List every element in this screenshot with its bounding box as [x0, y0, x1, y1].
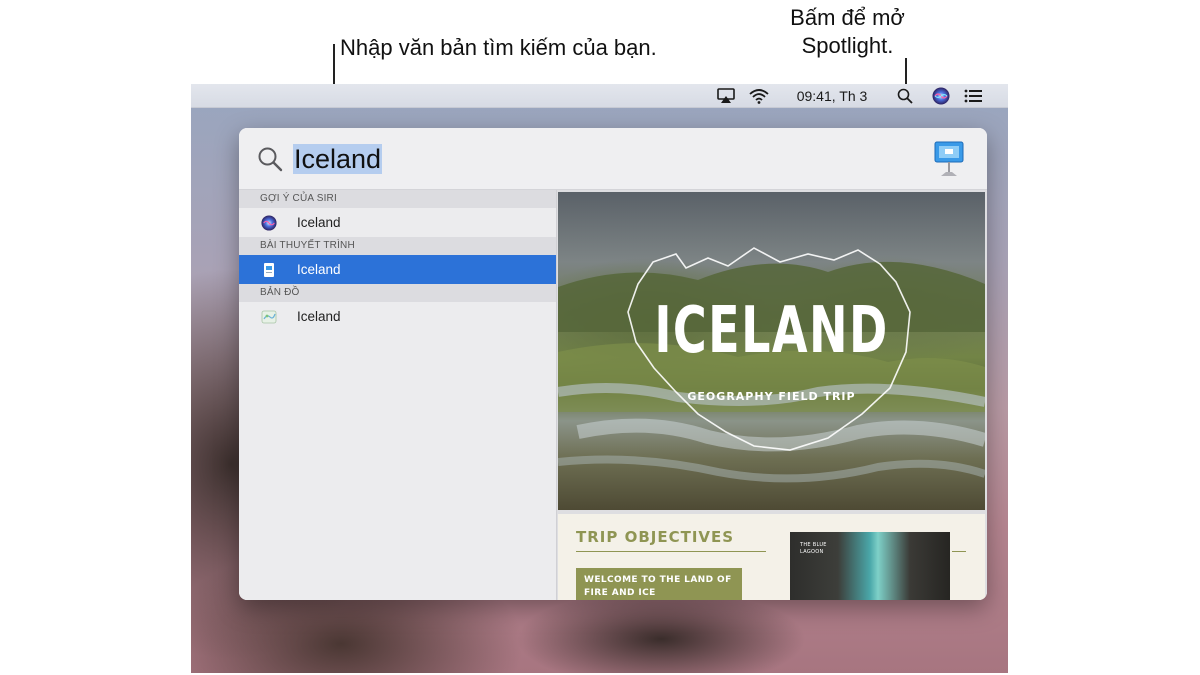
search-icon [257, 146, 283, 172]
result-label: Iceland [297, 215, 341, 230]
keynote-doc-icon [261, 262, 277, 278]
keynote-icon [932, 140, 966, 178]
section-header-presentations: BÀI THUYẾT TRÌNH [239, 237, 556, 255]
result-label: Iceland [297, 309, 341, 324]
result-label: Iceland [297, 262, 341, 277]
siri-icon [261, 214, 277, 231]
preview-slide-title[interactable]: ICELAND GEOGRAPHY FIELD TRIP [558, 192, 985, 510]
result-presentation-iceland[interactable]: Iceland [239, 255, 556, 284]
results-list: GỢI Ý CỦA SIRI Iceland BÀI THUYẾT TRÌNH … [239, 190, 557, 600]
menu-bar: 09:41, Th 3 [191, 84, 1008, 108]
divider [952, 551, 966, 552]
objectives-box: WELCOME TO THE LAND OF FIRE AND ICE [576, 568, 742, 600]
objectives-box-line1: WELCOME TO THE LAND OF [584, 575, 732, 585]
preview-pane: ICELAND GEOGRAPHY FIELD TRIP TRIP OBJECT… [557, 190, 987, 600]
lagoon-photo: THE BLUE LAGOON [790, 532, 950, 600]
result-siri-iceland[interactable]: Iceland [239, 208, 556, 237]
menu-bar-clock[interactable]: 09:41, Th 3 [787, 84, 877, 108]
objectives-title: TRIP OBJECTIVES [576, 528, 735, 546]
notification-list-icon[interactable] [961, 84, 985, 108]
spotlight-search-bar: Iceland [239, 128, 987, 190]
photo-caption: THE BLUE LAGOON [800, 542, 827, 556]
result-map-iceland[interactable]: Iceland [239, 302, 556, 331]
callout-spotlight-hint: Bấm để mở Spotlight. [760, 4, 935, 60]
section-header-siri: GỢI Ý CỦA SIRI [239, 190, 556, 208]
divider [576, 551, 766, 552]
spotlight-window: Iceland GỢI Ý CỦA SIRI Iceland BÀI THUYẾ… [239, 128, 987, 600]
maps-icon [261, 309, 277, 325]
photo-caption-line1: THE BLUE [800, 542, 827, 548]
objectives-box-line2: FIRE AND ICE [584, 588, 656, 598]
callout-search-hint: Nhập văn bản tìm kiếm của bạn. [340, 35, 657, 60]
spotlight-search-icon[interactable] [894, 84, 916, 108]
desktop-background: 09:41, Th 3 Iceland GỢI Ý CỦA SIRI Icela… [191, 84, 1008, 673]
callout-spotlight-line2: Spotlight. [801, 33, 894, 58]
airplay-icon[interactable] [715, 84, 737, 108]
photo-caption-line2: LAGOON [800, 549, 824, 555]
slide-title: ICELAND [654, 294, 889, 368]
preview-slide-objectives[interactable]: TRIP OBJECTIVES WELCOME TO THE LAND OF F… [558, 514, 985, 600]
wifi-icon[interactable] [747, 84, 771, 108]
search-query-text: Iceland [293, 144, 383, 174]
slide-subtitle: GEOGRAPHY FIELD TRIP [687, 390, 856, 403]
callout-spotlight-line1: Bấm để mở [790, 5, 905, 30]
siri-icon[interactable] [930, 84, 952, 108]
spotlight-search-input[interactable]: Iceland [293, 140, 383, 178]
section-header-maps: BẢN ĐỒ [239, 284, 556, 302]
